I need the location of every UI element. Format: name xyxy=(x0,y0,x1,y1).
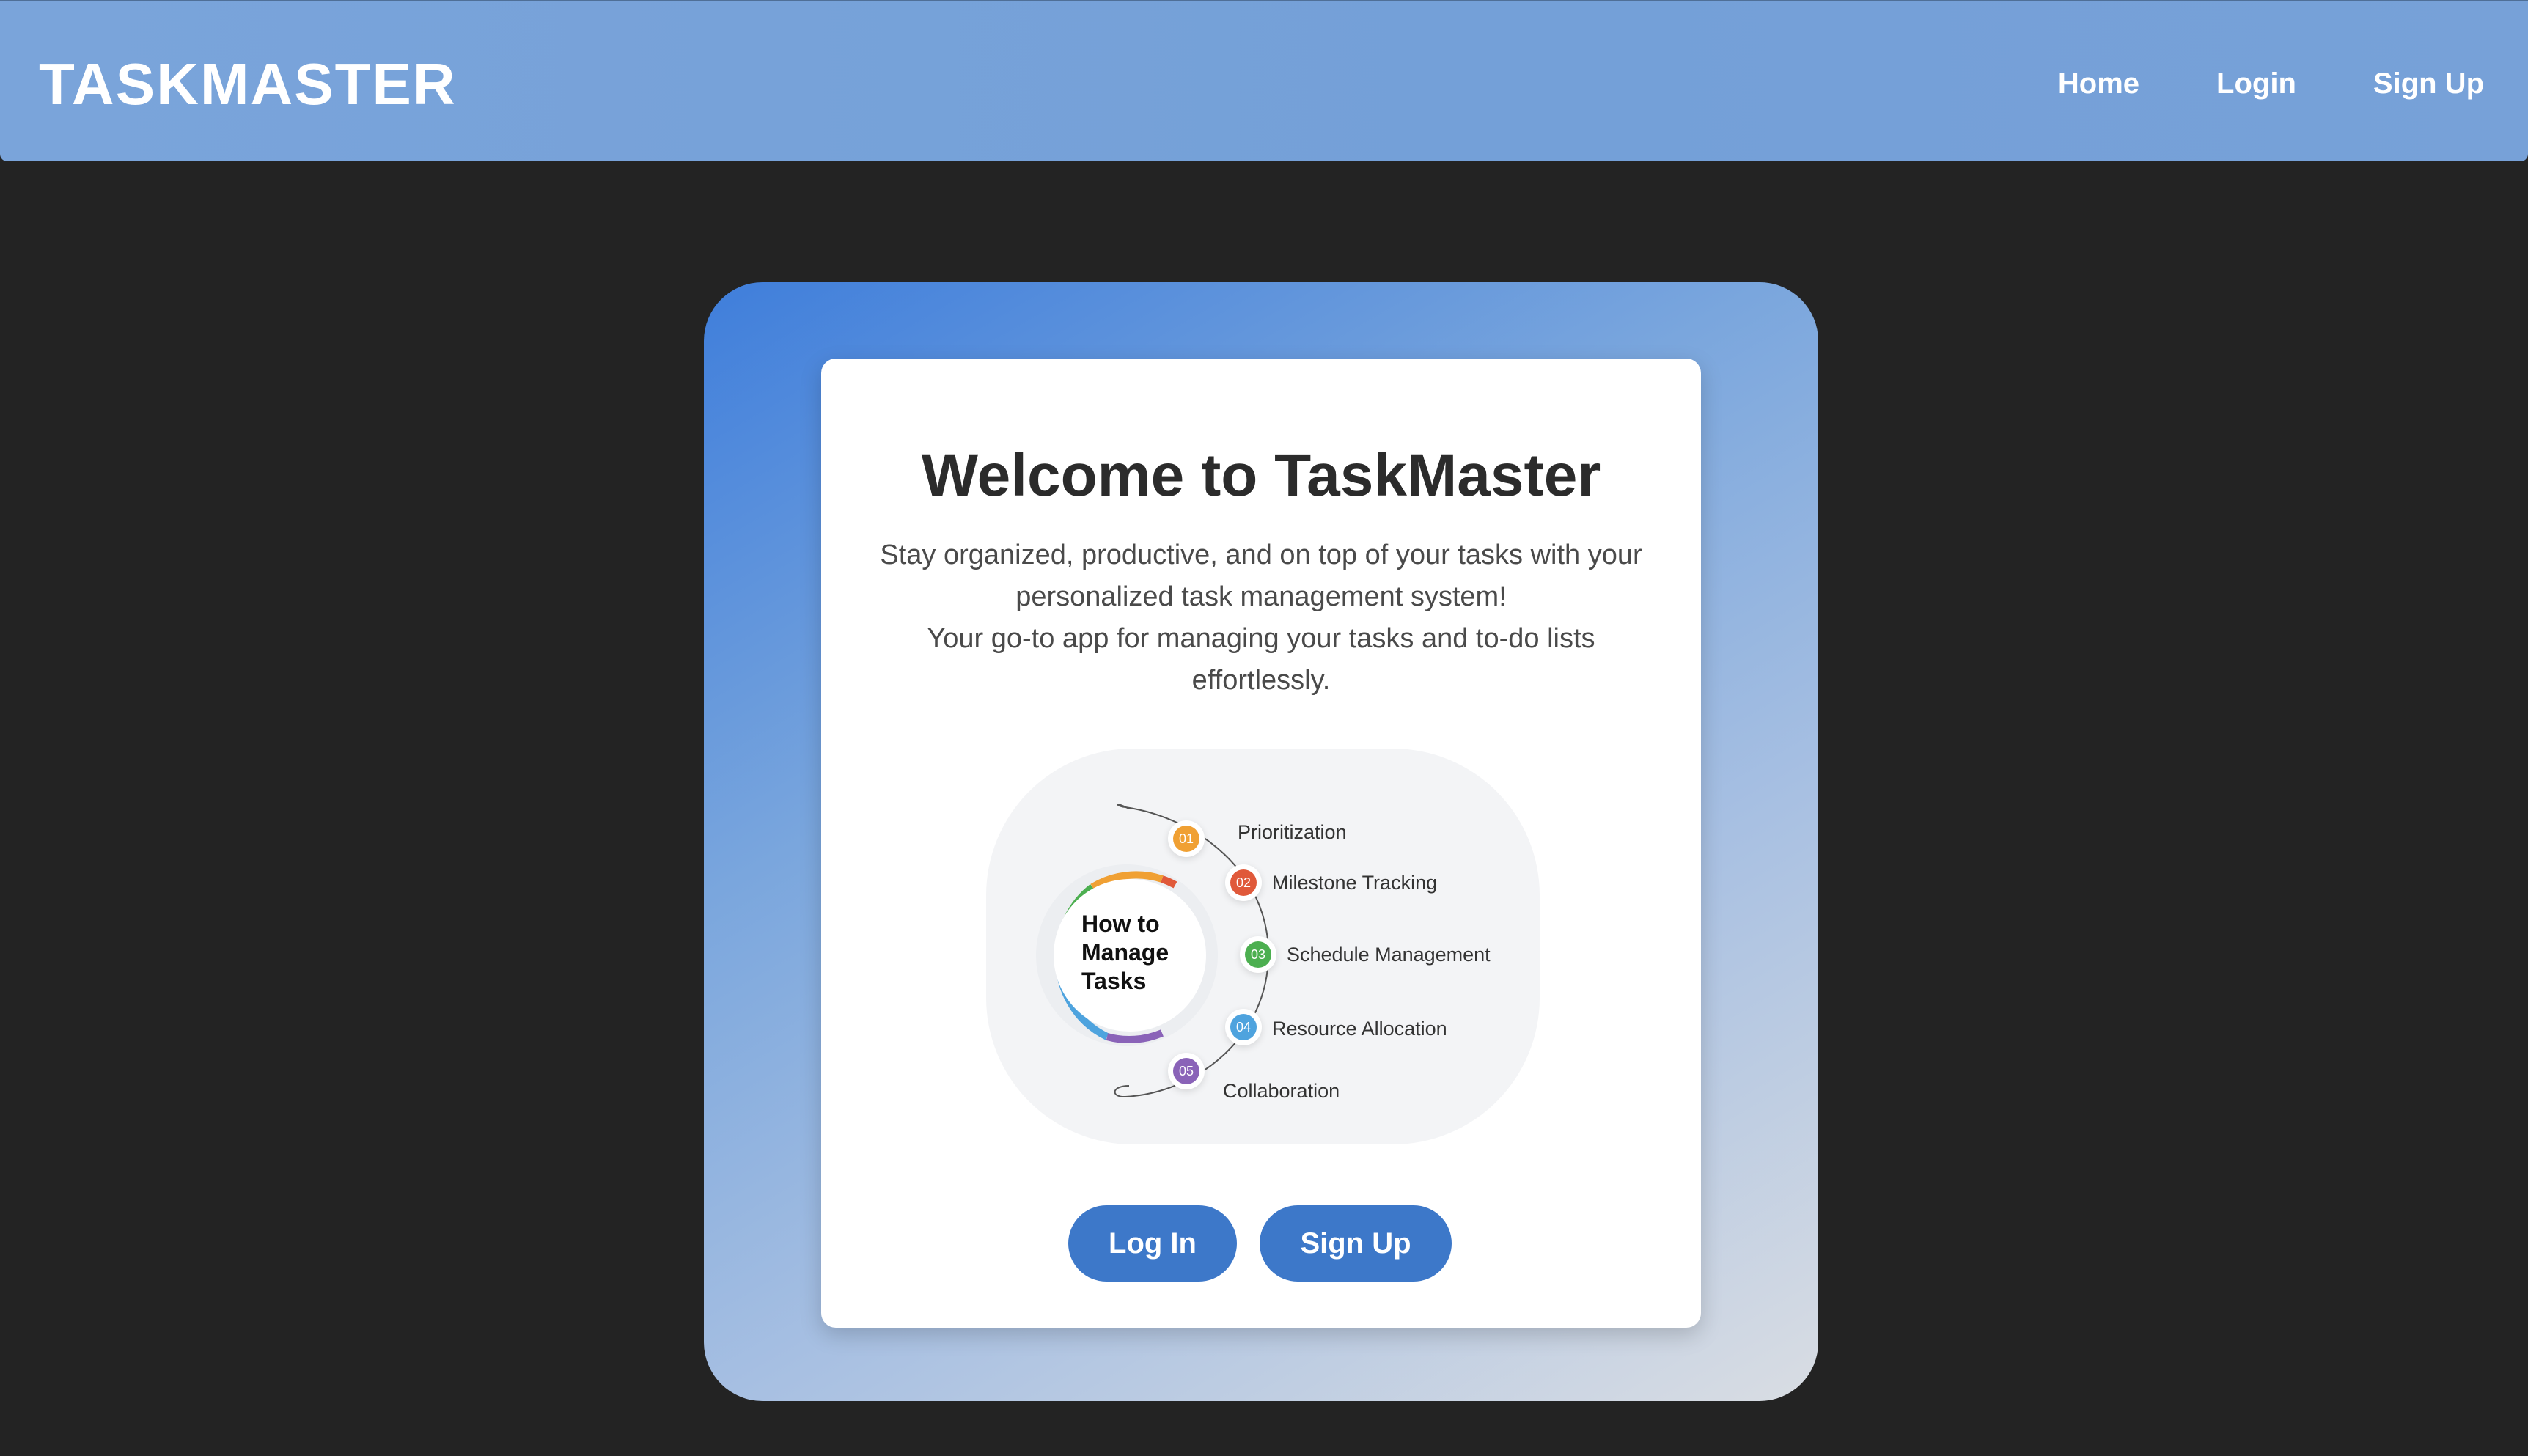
step-badge-04: 04 xyxy=(1230,1014,1257,1040)
step-badge-05: 05 xyxy=(1173,1058,1199,1084)
login-button[interactable]: Log In xyxy=(1068,1205,1237,1282)
step-label-milestone-tracking: Milestone Tracking xyxy=(1272,872,1438,894)
center-label-line1: How to xyxy=(1081,911,1160,937)
step-label-resource-allocation: Resource Allocation xyxy=(1272,1018,1447,1040)
step-badge-01: 01 xyxy=(1173,826,1199,852)
brand-logo[interactable]: TASKMASTER xyxy=(39,51,457,117)
signup-button[interactable]: Sign Up xyxy=(1260,1205,1452,1282)
center-label-line2: Manage xyxy=(1081,939,1169,966)
top-navbar: TASKMASTER Home Login Sign Up xyxy=(0,0,2528,161)
step-badge-03: 03 xyxy=(1245,941,1271,968)
step-label-collaboration: Collaboration xyxy=(1223,1080,1340,1102)
step-label-schedule-management: Schedule Management xyxy=(1287,944,1491,966)
nav-link-login[interactable]: Login xyxy=(2216,65,2296,103)
step-badge-02: 02 xyxy=(1230,869,1257,896)
infographic-center-label: How to Manage Tasks xyxy=(1081,910,1213,996)
nav-links: Home Login Sign Up xyxy=(2058,65,2484,103)
welcome-card: Welcome to TaskMaster Stay organized, pr… xyxy=(821,359,1701,1328)
nav-link-home[interactable]: Home xyxy=(2058,65,2139,103)
manage-tasks-infographic: How to Manage Tasks 01 Prioritization 02… xyxy=(986,749,1540,1144)
welcome-description: Stay organized, productive, and on top o… xyxy=(865,534,1657,702)
nav-link-signup[interactable]: Sign Up xyxy=(2373,65,2484,103)
center-label-line3: Tasks xyxy=(1081,968,1147,994)
welcome-description-line1: Stay organized, productive, and on top o… xyxy=(880,540,1642,612)
hero-gradient-frame: Welcome to TaskMaster Stay organized, pr… xyxy=(704,282,1818,1401)
welcome-title: Welcome to TaskMaster xyxy=(921,442,1601,509)
step-label-prioritization: Prioritization xyxy=(1238,821,1347,843)
welcome-description-line2: Your go-to app for managing your tasks a… xyxy=(927,623,1595,696)
